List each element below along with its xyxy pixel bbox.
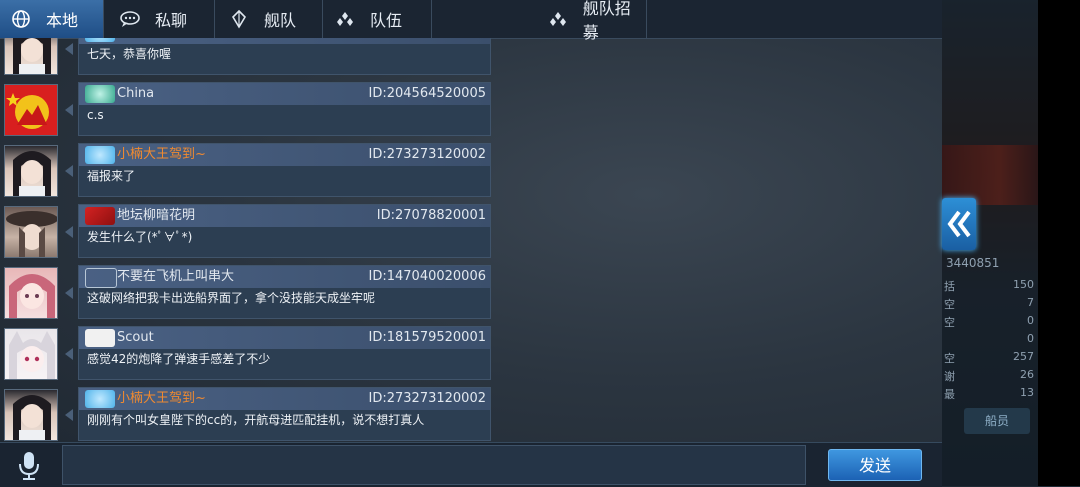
- text-badge-icon: [85, 268, 117, 288]
- message-bubble: Scout ID:181579520001 感觉42的炮降了弹速手感差了不少: [78, 326, 491, 380]
- chat-tab-bar: 本地 私聊 舰队 队伍 舰队招募: [0, 0, 942, 42]
- tab-team[interactable]: 队伍: [324, 0, 432, 38]
- chat-message-list[interactable]: 七天，恭喜你喔 China ID:204564520005 c.s 小楠大王驾到…: [0, 38, 492, 442]
- tab-label: 舰队: [264, 11, 297, 30]
- message-text: c.s: [87, 108, 104, 122]
- chat-message: Scout ID:181579520001 感觉42的炮降了弹速手感差了不少: [0, 326, 492, 382]
- voice-input-button[interactable]: [12, 449, 46, 483]
- expand-panel-button[interactable]: [942, 198, 976, 250]
- message-text: 这破网络把我卡出选船界面了，拿个没技能天成坐牢呢: [87, 291, 376, 305]
- side-player-id: 3440851: [946, 256, 1000, 270]
- sender-id: ID:273273120002: [368, 391, 486, 406]
- avatar[interactable]: [4, 145, 58, 197]
- message-input[interactable]: [62, 445, 806, 485]
- sender-name: 不要在飞机上叫串大: [117, 269, 235, 284]
- chat-message: 小楠大王驾到~ ID:273273120002 福报来了: [0, 143, 492, 199]
- fleet-icon: [228, 8, 250, 30]
- recruit-icon: [547, 8, 569, 30]
- side-stat-row: 谢 26: [944, 368, 1034, 383]
- tab-label: 本地: [46, 11, 79, 30]
- sender-id: ID:181579520001: [368, 330, 486, 345]
- message-text: 七天，恭喜你喔: [87, 47, 172, 61]
- chat-message: 小楠大王驾到~ ID:273273120002 刚刚有个叫女皇陛下的cc的，开航…: [0, 387, 492, 442]
- tab-local[interactable]: 本地: [0, 0, 104, 38]
- tab-label: 私聊: [155, 11, 188, 30]
- avatar[interactable]: [4, 328, 58, 380]
- sender-id: ID:147040020006: [368, 269, 486, 284]
- tab-fleet-recruit[interactable]: 舰队招募: [433, 0, 647, 42]
- chat-input-bar: 发送: [0, 442, 942, 487]
- message-bubble: 小楠大王驾到~ ID:273273120002 福报来了: [78, 143, 491, 197]
- calligraphy-badge-icon: [85, 329, 115, 347]
- side-stat-row: 空0: [944, 314, 1034, 329]
- side-stat-row: 最 13: [944, 386, 1034, 401]
- side-stat-row: 空 257: [944, 350, 1034, 365]
- tab-private-chat[interactable]: 私聊: [105, 0, 215, 38]
- double-chevron-left-icon: [947, 210, 971, 238]
- side-stat-row: 0: [1027, 332, 1034, 345]
- chat-bubble-icon: [119, 8, 141, 30]
- avatar[interactable]: [4, 267, 58, 319]
- sender-name: 小楠大王驾到~: [117, 391, 206, 406]
- sender-name: 小楠大王驾到~: [117, 147, 206, 162]
- avatar[interactable]: [4, 389, 58, 441]
- avatar[interactable]: [4, 38, 58, 75]
- sender-id: ID:27078820001: [376, 208, 486, 223]
- message-bubble: China ID:204564520005 c.s: [78, 82, 491, 136]
- chat-message: China ID:204564520005 c.s: [0, 82, 492, 138]
- sender-name: China: [117, 86, 155, 101]
- crew-button[interactable]: 船员: [964, 408, 1030, 434]
- fleet-badge-icon: [85, 85, 115, 103]
- sender-name: 地坛柳暗花明: [117, 208, 196, 223]
- avatar[interactable]: [4, 206, 58, 258]
- chat-message: 不要在飞机上叫串大 ID:147040020006 这破网络把我卡出选船界面了，…: [0, 265, 492, 321]
- message-bubble: 地坛柳暗花明 ID:27078820001 发生什么了(*ﾟ∀ﾟ*): [78, 204, 491, 258]
- side-stat-row: 括 150: [944, 278, 1034, 293]
- chat-message: 七天，恭喜你喔: [0, 38, 492, 77]
- microphone-icon: [19, 452, 39, 480]
- chat-message: 地坛柳暗花明 ID:27078820001 发生什么了(*ﾟ∀ﾟ*): [0, 204, 492, 260]
- send-button[interactable]: 发送: [828, 449, 922, 481]
- tab-fleet[interactable]: 舰队: [216, 0, 323, 38]
- snowflake-badge-icon: [85, 390, 115, 408]
- side-stat-row: 空7: [944, 296, 1034, 311]
- avatar[interactable]: [4, 84, 58, 136]
- tab-label: 舰队招募: [582, 0, 631, 42]
- tab-label: 队伍: [370, 11, 403, 30]
- message-text: 福报来了: [87, 169, 136, 183]
- message-bubble: 小楠大王驾到~ ID:273273120002 刚刚有个叫女皇陛下的cc的，开航…: [78, 387, 491, 441]
- globe-icon: [10, 8, 32, 30]
- message-bubble: 不要在飞机上叫串大 ID:147040020006 这破网络把我卡出选船界面了，…: [78, 265, 491, 319]
- message-bubble: 七天，恭喜你喔: [78, 38, 491, 75]
- sender-name: Scout: [117, 330, 154, 345]
- sender-id: ID:204564520005: [368, 86, 486, 101]
- snowflake-badge-icon: [85, 38, 115, 42]
- message-text: 发生什么了(*ﾟ∀ﾟ*): [87, 230, 193, 244]
- team-icon: [334, 8, 356, 30]
- flag-badge-icon: [85, 207, 115, 225]
- snowflake-badge-icon: [85, 146, 115, 164]
- message-text: 刚刚有个叫女皇陛下的cc的，开航母进匹配挂机，说不想打真人: [87, 413, 425, 427]
- message-text: 感觉42的炮降了弹速手感差了不少: [87, 352, 271, 366]
- sender-id: ID:273273120002: [368, 147, 486, 162]
